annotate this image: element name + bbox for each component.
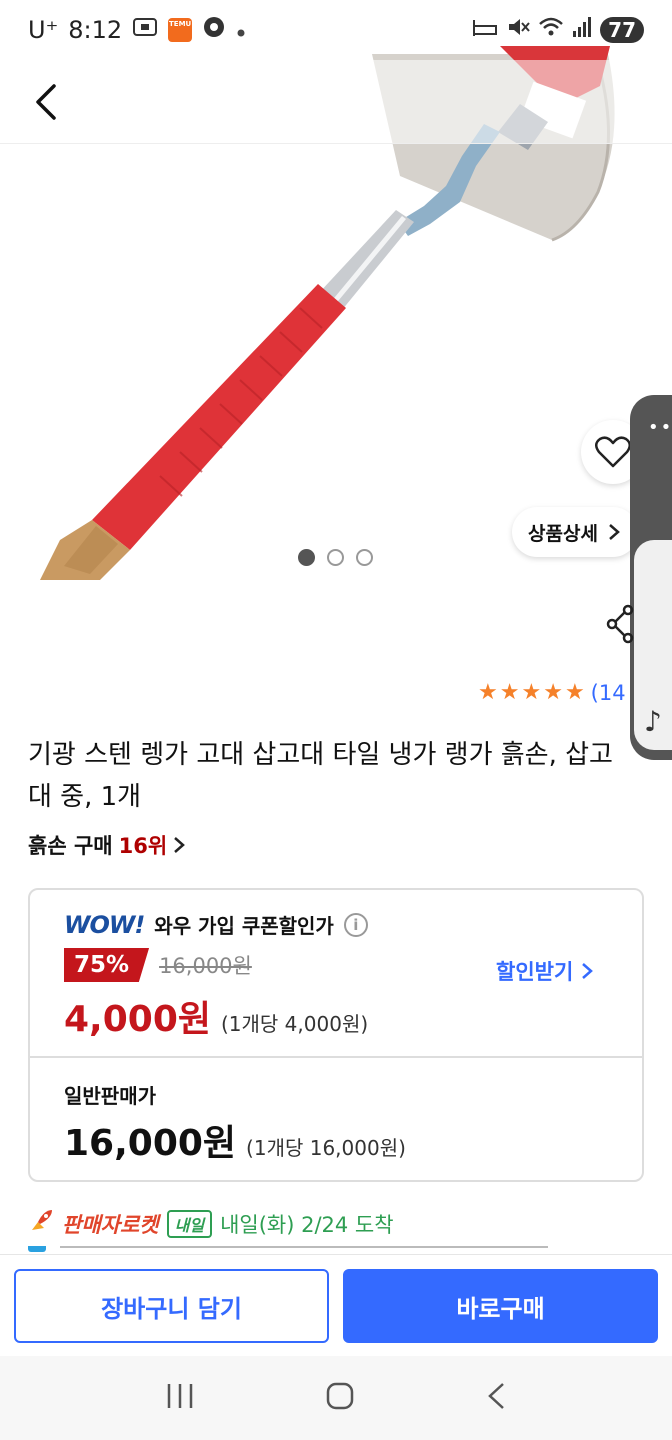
image-pagination (298, 549, 373, 566)
delivery-info: 판매자로켓 내일 내일(화) 2/24 도착 (28, 1208, 394, 1239)
arrival-date: 내일(화) 2/24 도착 (220, 1212, 394, 1237)
wow-coupon-label: 와우 가입 쿠폰할인가 (154, 914, 334, 938)
pagination-dot-3[interactable] (356, 549, 373, 566)
add-to-cart-button[interactable]: 장바구니 담기 (14, 1269, 329, 1343)
normal-price: 16,000원 (64, 1123, 237, 1164)
temu-app-label: TEMU (169, 20, 192, 28)
info-icon[interactable]: i (343, 912, 368, 937)
floating-side-widget[interactable]: •• ♪ (630, 395, 672, 760)
notification-dot-icon (236, 16, 246, 44)
back-button[interactable] (26, 78, 70, 126)
divider (30, 1056, 642, 1058)
rank-category: 흙손 구매 (28, 834, 113, 858)
rating-count[interactable]: (14 (591, 681, 626, 705)
sleep-mode-icon (472, 16, 498, 44)
discount-row: 75% 16,000원 (64, 948, 252, 982)
system-back-button[interactable] (485, 1381, 507, 1415)
temu-app-icon: TEMU (168, 18, 193, 42)
chevron-right-icon (582, 963, 594, 979)
battery-indicator: 77 (600, 17, 644, 43)
star-icon: ★ (521, 680, 542, 705)
get-coupon-button[interactable]: 할인받기 (496, 956, 594, 986)
home-icon (326, 1382, 354, 1410)
rank-position: 16위 (118, 834, 168, 858)
tomorrow-badge: 내일 (166, 1209, 213, 1238)
share-button[interactable] (606, 604, 636, 648)
chevron-right-icon (609, 524, 620, 540)
sale-price-row: 4,000원 (1개당 4,000원) (64, 990, 368, 1042)
sale-price: 4,000원 (64, 999, 211, 1040)
heart-icon (595, 436, 631, 468)
pagination-dot-1[interactable] (298, 549, 315, 566)
home-button[interactable] (325, 1381, 355, 1415)
recent-apps-button[interactable] (165, 1382, 195, 1414)
star-icon: ★ (543, 680, 563, 705)
wow-coupon-row: WOW! 와우 가입 쿠폰할인가 i (64, 910, 368, 939)
product-detail-button[interactable]: 상품상세 (512, 507, 638, 557)
normal-price-row: 16,000원 (1개당 16,000원) (64, 1114, 406, 1166)
system-nav-bar (0, 1356, 672, 1440)
product-title: 기광 스텐 렝가 고대 삽고대 타일 냉가 랭가 흙손, 삽고대 중, 1개 (28, 740, 613, 812)
header-bar (0, 60, 672, 144)
clock: 8:12 (68, 16, 123, 44)
star-icon: ★ (564, 680, 585, 705)
rocket-icon (28, 1208, 54, 1239)
rating[interactable]: ★ ★ ★ ★ ★ (14 (478, 680, 626, 705)
recent-apps-icon (167, 1384, 193, 1408)
seller-rocket-label: 판매자로켓 (62, 1212, 159, 1237)
normal-unit-price: (1개당 16,000원) (246, 1136, 406, 1160)
chevron-right-icon (174, 837, 186, 853)
screenshot-icon (132, 16, 158, 44)
shipping-text-cut (60, 1246, 548, 1248)
star-icon: ★ (499, 680, 520, 705)
sync-icon (202, 15, 226, 45)
product-detail-label: 상품상세 (528, 522, 598, 545)
mute-icon (506, 16, 530, 44)
more-icon[interactable]: •• (648, 417, 672, 438)
carrier-label: U⁺ (28, 16, 59, 44)
price-box: WOW! 와우 가입 쿠폰할인가 i 75% 16,000원 할인받기 4,00… (28, 888, 644, 1182)
normal-price-label: 일반판매가 (64, 1084, 156, 1108)
get-coupon-label: 할인받기 (496, 960, 574, 984)
back-arrow-icon (36, 84, 56, 120)
shipping-icon (28, 1246, 46, 1252)
share-icon (606, 604, 634, 644)
star-icon: ★ (478, 680, 498, 705)
shipping-info-partial (28, 1246, 548, 1254)
buy-now-button[interactable]: 바로구매 (343, 1269, 658, 1343)
music-note-icon[interactable]: ♪ (644, 705, 662, 738)
wow-logo: WOW! (64, 910, 145, 939)
signal-icon (572, 16, 592, 44)
back-icon (488, 1383, 504, 1409)
sale-unit-price: (1개당 4,000원) (221, 1012, 369, 1036)
category-rank[interactable]: 흙손 구매 16위 (28, 830, 186, 860)
wifi-icon (538, 16, 564, 44)
discount-badge: 75% (64, 948, 150, 982)
original-price: 16,000원 (159, 954, 252, 978)
action-bar: 장바구니 담기 바로구매 (0, 1254, 672, 1356)
pagination-dot-2[interactable] (327, 549, 344, 566)
